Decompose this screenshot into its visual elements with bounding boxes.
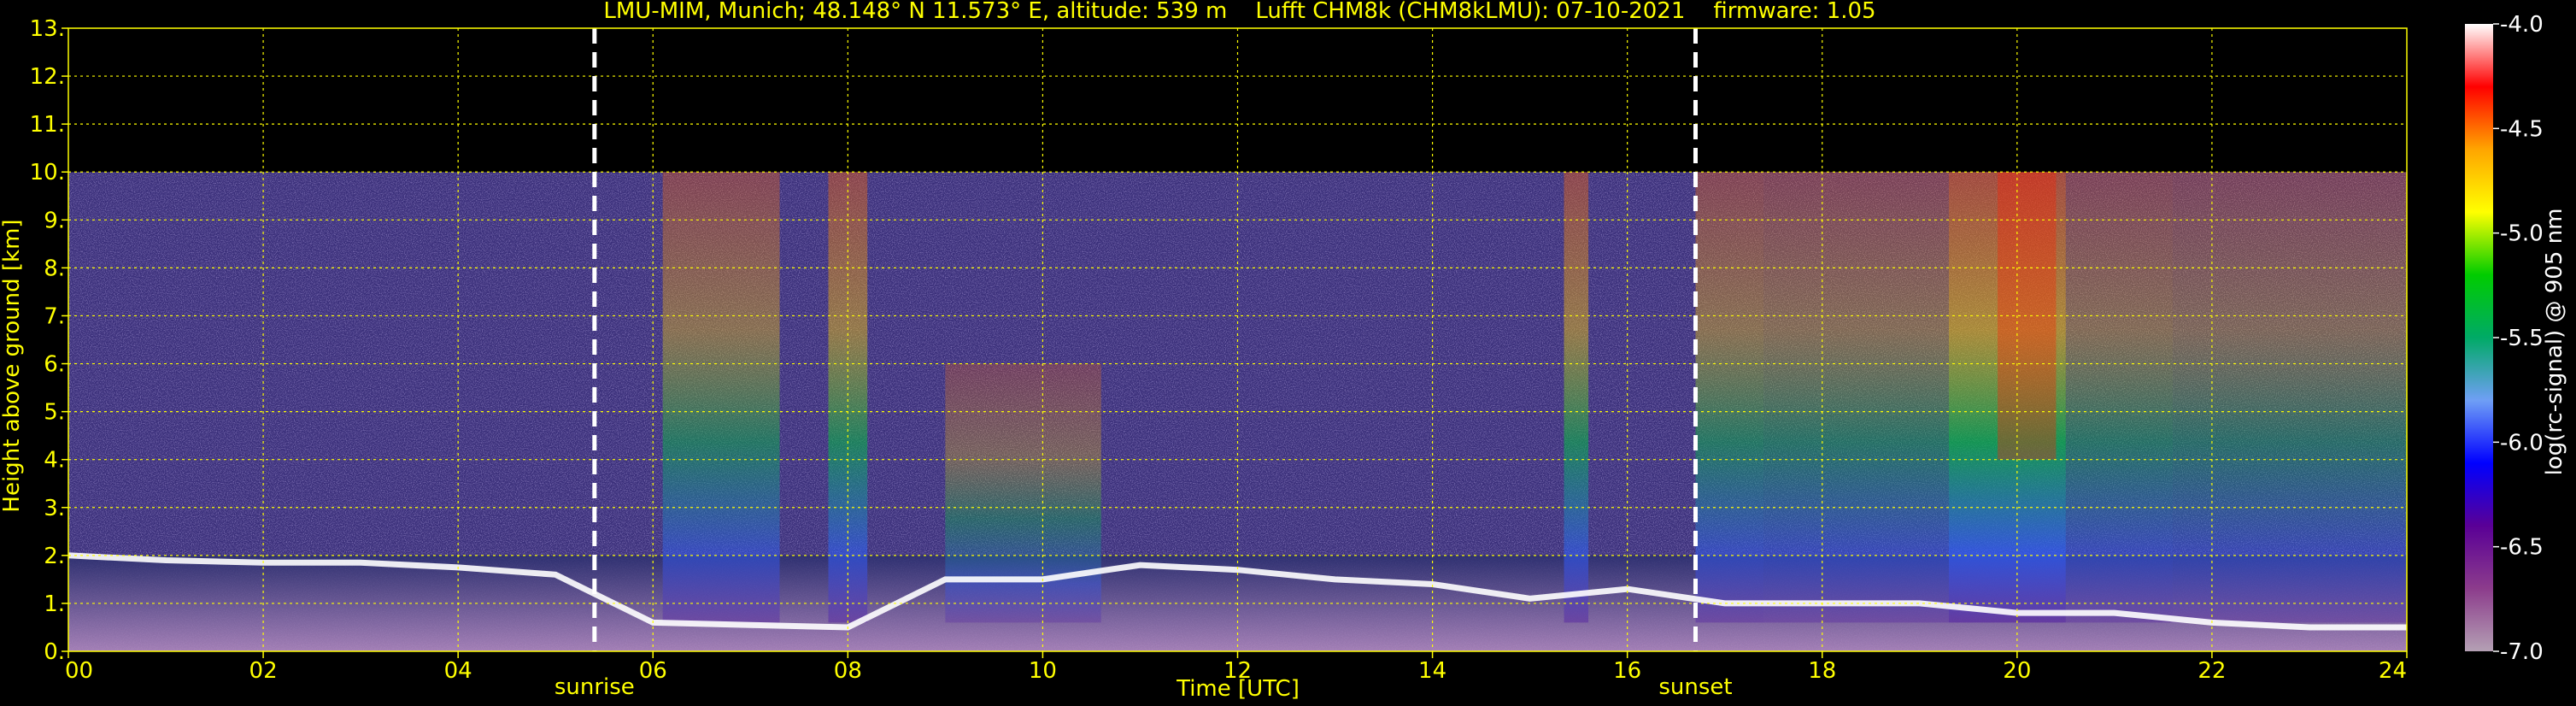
y-tick-label: 5. — [44, 400, 65, 426]
y-tick-label: 7. — [44, 303, 65, 329]
x-tick-label: 02 — [249, 658, 278, 684]
colorbar-tick-label: -5.5 — [2500, 326, 2544, 351]
y-tick-label: 10. — [30, 160, 65, 185]
colorbar-tick-label: -5.0 — [2500, 221, 2544, 247]
aerosol-plume — [945, 363, 1101, 623]
colorbar-ticks: -4.0 -4.5 -5.0 -5.5 -6.0 -6.5 -7.0 — [2493, 12, 2544, 665]
sun-event-labels: sunrise sunset — [555, 674, 1733, 700]
x-tick-label: 22 — [2198, 658, 2226, 684]
ceilometer-chart: LMU-MIM, Munich; 48.148° N 11.573° E, al… — [0, 0, 2567, 702]
y-tick-label: 0. — [44, 639, 65, 665]
y-tick-label: 11. — [30, 112, 65, 138]
x-tick-label: 24 — [2379, 658, 2407, 684]
y-tick-label: 13. — [30, 16, 65, 42]
x-tick-label: 20 — [2003, 658, 2031, 684]
chart-title: LMU-MIM, Munich; 48.148° N 11.573° E, al… — [603, 0, 1875, 24]
y-tick-label: 4. — [44, 448, 65, 474]
x-tick-label: 06 — [639, 658, 667, 684]
aerosol-plume — [1695, 172, 1764, 623]
y-tick-label: 3. — [44, 496, 65, 521]
y-tick-label: 2. — [44, 544, 65, 569]
y-tick-label: 1. — [44, 591, 65, 617]
sun-event-label-sunset: sunset — [1658, 674, 1732, 700]
y-tick-label: 12. — [30, 64, 65, 90]
x-tick-label: 08 — [834, 658, 862, 684]
y-tick-label: 6. — [44, 352, 65, 378]
x-axis-label: Time [UTC] — [1176, 676, 1300, 702]
colorbar-tick-label: -4.0 — [2500, 12, 2544, 38]
x-tick-label: 00 — [65, 658, 93, 684]
colorbar-tick-label: -7.0 — [2500, 639, 2544, 665]
x-tick-label: 04 — [444, 658, 472, 684]
x-tick-label: 18 — [1808, 658, 1836, 684]
y-axis-label: Height above ground [km] — [0, 219, 25, 512]
x-tick-label: 10 — [1029, 658, 1057, 684]
sun-event-label-sunrise: sunrise — [555, 674, 635, 700]
y-axis: 0. 1. 2. 3. 4. 5. 6. 7. 8. 9. 10. 11. 12. 13. — [30, 16, 68, 665]
colorbar-label: log(rc-signal) @ 905 nm — [2542, 209, 2567, 476]
colorbar: -4.0 -4.5 -5.0 -5.5 -6.0 -6.5 -7.0 log(rc-sign… — [2465, 12, 2567, 665]
x-tick-label: 16 — [1613, 658, 1641, 684]
colorbar-tick-label: -4.5 — [2500, 116, 2544, 142]
x-tick-label: 14 — [1418, 658, 1446, 684]
y-tick-label: 9. — [44, 208, 65, 233]
y-tick-label: 8. — [44, 256, 65, 281]
colorbar-tick-label: -6.5 — [2500, 535, 2544, 561]
colorbar-gradient — [2465, 24, 2493, 651]
colorbar-tick-label: -6.0 — [2500, 430, 2544, 456]
plot-area — [67, 27, 2408, 652]
